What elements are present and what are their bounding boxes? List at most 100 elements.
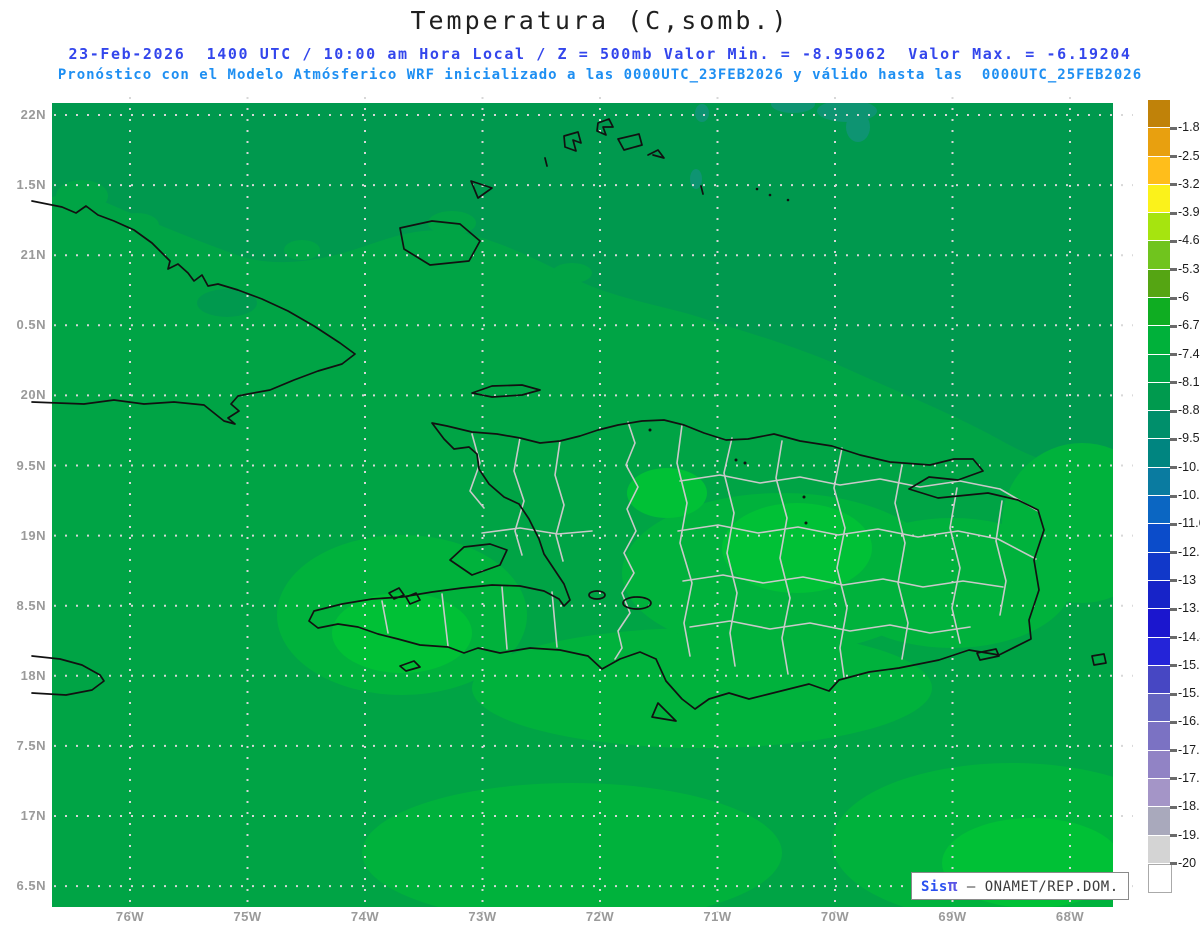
colorbar-tick <box>1170 692 1177 696</box>
lon-label: 74W <box>350 909 380 924</box>
colorbar-tick-label: -3.2 <box>1178 176 1200 191</box>
colorbar-tick-label: -10.2 <box>1178 459 1200 474</box>
colorbar: -1.8 -2.5 -3.2 -3.9 -4.6 -5.3 -6 -6.7 -7.4 -8.1 -8… <box>1148 100 1200 900</box>
colorbar-tick-label: -1.8 <box>1178 120 1200 135</box>
field-patch <box>552 263 592 283</box>
credit-box: Sisπ – ONAMET/REP.DOM. <box>911 872 1129 900</box>
field-warm-patch <box>472 628 932 748</box>
lon-label: 70W <box>820 909 850 924</box>
colorbar-tick <box>1170 607 1177 611</box>
colorbar-segment <box>1148 241 1170 269</box>
colorbar-tick <box>1170 437 1177 441</box>
credit-org: – ONAMET/REP.DOM. <box>957 879 1119 895</box>
colorbar-segment <box>1148 665 1170 694</box>
lat-label: 20N <box>20 387 46 403</box>
colorbar-tick-label: -17.2 <box>1178 742 1200 757</box>
colorbar-tick-label: -4.6 <box>1178 233 1200 248</box>
lon-label: 71W <box>703 909 732 924</box>
field-warm-patch <box>1002 443 1113 603</box>
colorbar-segment <box>1148 552 1170 580</box>
colorbar-tick-label: -8.1 <box>1178 374 1200 389</box>
lat-label: 8.5N <box>16 597 46 613</box>
map-canvas <box>31 97 1133 915</box>
colorbar-segment <box>1148 128 1170 156</box>
colorbar-tick <box>1170 353 1177 357</box>
colorbar-tick-label: -13.7 <box>1178 601 1200 616</box>
colorbar-tick <box>1170 834 1177 838</box>
colorbar-tick-label: -2.5 <box>1178 148 1200 163</box>
lat-label: 1.5N <box>16 177 46 193</box>
colorbar-tick-label: -11.6 <box>1178 516 1200 531</box>
colorbar-segment <box>1148 213 1170 241</box>
colorbar-tick <box>1170 579 1177 583</box>
credit-brand: Sis <box>921 879 948 895</box>
colorbar-tick-label: -19.3 <box>1178 827 1200 842</box>
colorbar-segment <box>1148 467 1170 496</box>
colorbar-tick <box>1170 155 1177 159</box>
colorbar-segment <box>1148 863 1172 894</box>
colorbar-tick <box>1170 636 1177 639</box>
colorbar-tick-label: -6.7 <box>1178 318 1200 333</box>
colorbar-tick-label: -6 <box>1178 290 1190 305</box>
colorbar-segment <box>1148 354 1170 382</box>
colorbar-tick-label: -17.9 <box>1178 770 1200 785</box>
colorbar-segment <box>1148 778 1170 807</box>
colorbar-segment <box>1148 807 1170 835</box>
colorbar-tick-label: -15.8 <box>1178 686 1200 701</box>
colorbar-tick <box>1170 522 1177 526</box>
colorbar-tick <box>1170 551 1177 555</box>
colorbar-tick-label: -14.4 <box>1178 629 1200 644</box>
lat-label: 7.5N <box>16 737 46 753</box>
lon-label: 76W <box>115 909 145 924</box>
colorbar-tick-label: -3.9 <box>1178 205 1200 220</box>
field-teal-blob <box>817 103 877 122</box>
colorbar-tick <box>1170 749 1177 753</box>
colorbar-tick <box>1170 183 1177 187</box>
colorbar-tick <box>1170 777 1177 781</box>
colorbar-tick-label: -5.3 <box>1178 261 1200 276</box>
field-teal-blob <box>771 103 815 113</box>
colorbar-tick <box>1170 239 1177 243</box>
colorbar-tick <box>1170 324 1177 328</box>
lat-label: 21N <box>20 247 46 263</box>
field-teal-blob <box>846 112 870 142</box>
colorbar-tick-label: -15.1 <box>1178 657 1200 672</box>
colorbar-tick-label: -12.3 <box>1178 544 1200 559</box>
colorbar-tick <box>1170 862 1177 866</box>
colorbar-segment <box>1148 100 1170 128</box>
colorbar-segment <box>1148 439 1170 467</box>
colorbar-tick-label: -9.5 <box>1178 431 1200 446</box>
page-title: Temperatura (C,somb.) <box>410 6 790 35</box>
colorbar-tick <box>1170 381 1177 385</box>
colorbar-tick-label: -10.9 <box>1178 488 1200 503</box>
field-patch <box>284 240 320 260</box>
colorbar-tick-label: -7.4 <box>1178 346 1200 361</box>
colorbar-segment <box>1148 382 1170 411</box>
lon-label: 75W <box>233 909 262 924</box>
colorbar-segment <box>1148 609 1170 637</box>
weather-map-page: Temperatura (C,somb.) 23-Feb-2026 1400 U… <box>0 0 1200 927</box>
colorbar-segment <box>1148 326 1170 354</box>
lon-label: 72W <box>585 909 615 924</box>
lat-label: 18N <box>20 667 46 683</box>
colorbar-segment <box>1148 496 1170 524</box>
colorbar-tick <box>1170 664 1177 668</box>
credit-pi-logo: π <box>947 876 958 895</box>
colorbar-tick <box>1170 268 1177 272</box>
colorbar-tick <box>1170 494 1177 498</box>
colorbar-tick <box>1170 466 1177 470</box>
colorbar-segment <box>1148 637 1170 665</box>
colorbar-tick-label: -18.6 <box>1178 799 1200 814</box>
lat-label: 17N <box>20 808 46 823</box>
colorbar-segment <box>1148 411 1170 439</box>
colorbar-segment <box>1148 269 1170 298</box>
lat-label: 22N <box>20 107 46 122</box>
colorbar-segment <box>1148 184 1170 213</box>
subtitle-line2: Pronóstico con el Modelo Atmósferico WRF… <box>57 67 1143 83</box>
lon-label: 73W <box>468 909 497 924</box>
field-teal-blob <box>695 104 709 122</box>
lat-label: 19N <box>20 527 46 543</box>
colorbar-segment <box>1148 156 1170 184</box>
lon-label: 68W <box>1055 909 1085 924</box>
colorbar-segment <box>1148 835 1170 863</box>
